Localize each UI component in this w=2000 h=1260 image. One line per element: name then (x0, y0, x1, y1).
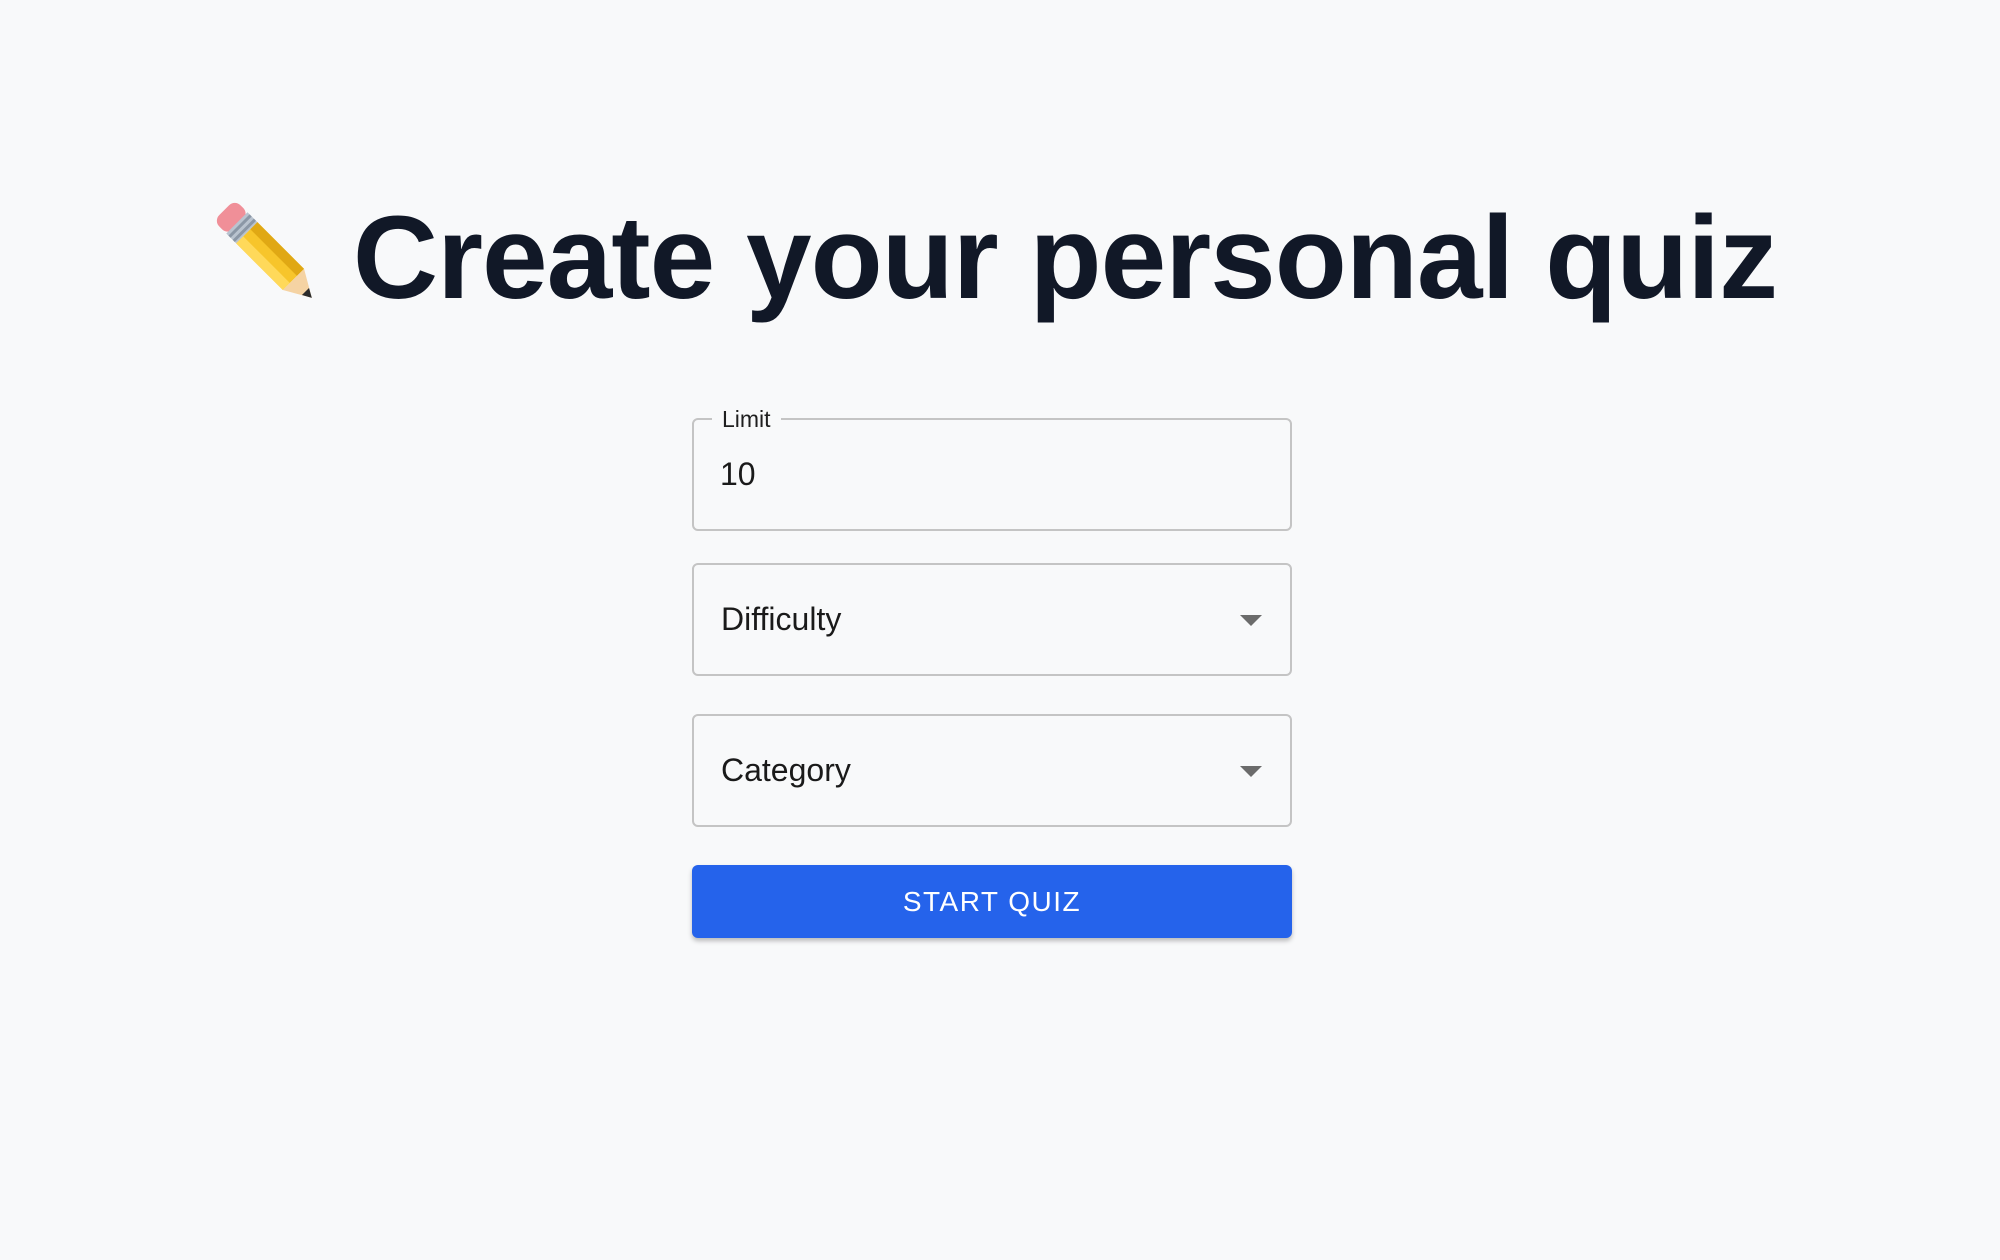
pencil-icon (213, 198, 323, 310)
page-title-text: Create your personal quiz (352, 192, 1778, 324)
limit-field[interactable]: Limit (692, 404, 1292, 531)
chevron-down-icon[interactable] (1240, 615, 1262, 626)
page-title: Create your personal quiz (0, 188, 2000, 344)
difficulty-placeholder: Difficulty (721, 601, 842, 637)
limit-input[interactable] (720, 420, 1260, 529)
start-quiz-button[interactable]: START QUIZ (692, 865, 1292, 938)
category-placeholder: Category (721, 752, 851, 788)
difficulty-select[interactable]: Difficulty (692, 563, 1292, 676)
quiz-form: Limit Difficulty Category START QUIZ (692, 404, 1292, 938)
category-select[interactable]: Category (692, 714, 1292, 827)
chevron-down-icon[interactable] (1240, 766, 1262, 777)
